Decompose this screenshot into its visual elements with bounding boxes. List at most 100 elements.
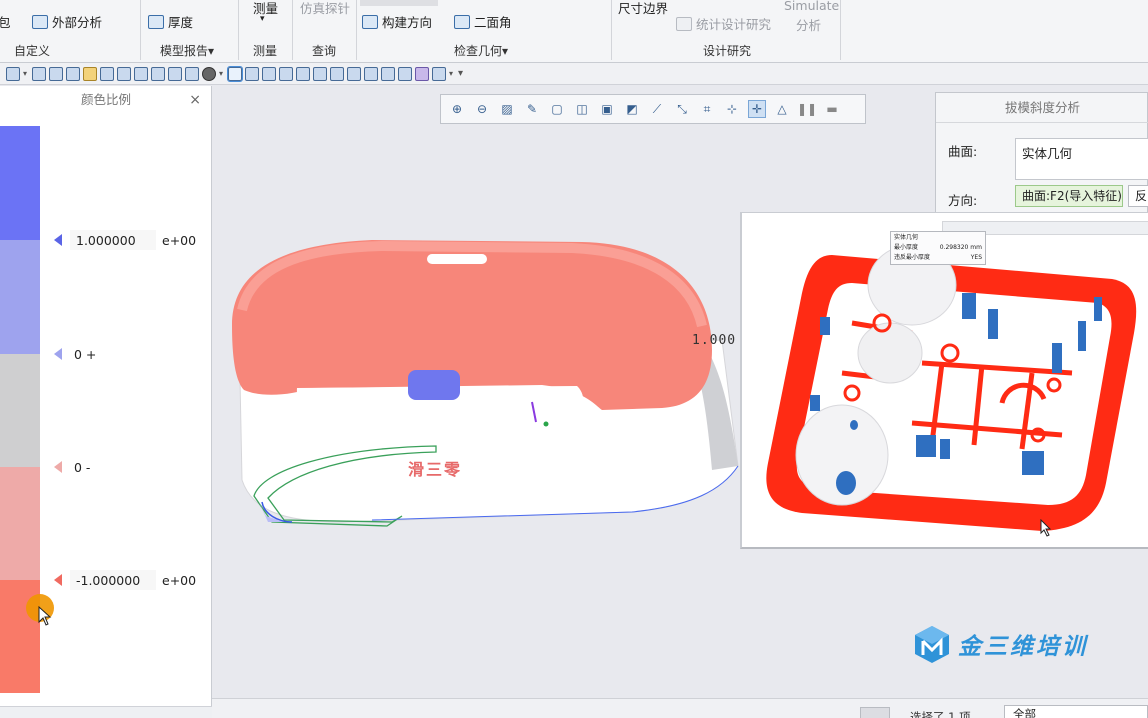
annotation-display-icon[interactable]: △ — [774, 101, 790, 117]
chart-icon — [676, 16, 692, 31]
simulate-probe-button[interactable]: 仿真探针 — [300, 0, 350, 17]
measure-button[interactable]: 测量 — [253, 0, 278, 17]
selection-filter-icon[interactable] — [860, 707, 890, 718]
scale-marker-handle[interactable] — [54, 574, 62, 586]
dialog-title: 拔模斜度分析 — [936, 93, 1148, 123]
dihedral-icon — [454, 14, 470, 29]
display-style-icon[interactable]: ▣ — [599, 101, 615, 117]
dihedral-button[interactable]: 二面角 — [454, 12, 512, 31]
toolbar-overflow-icon[interactable]: ▾ — [458, 68, 463, 79]
design-study-group-label: 设计研究 — [703, 44, 752, 58]
saved-views-icon[interactable]: ▢ — [549, 101, 565, 117]
query-group-label: 查询 — [312, 44, 337, 58]
inspect-geometry-group-label[interactable]: 检查几何▾ — [454, 42, 508, 59]
undo-icon[interactable] — [6, 66, 20, 81]
pause-icon[interactable]: ❚❚ — [797, 101, 817, 117]
measure-tool-icon[interactable] — [296, 66, 311, 81]
simulate-analysis-button[interactable]: Simulate — [784, 0, 839, 13]
cube-icon[interactable] — [168, 66, 183, 81]
scale-marker-handle[interactable] — [54, 348, 62, 360]
appearance-icon[interactable] — [415, 66, 430, 81]
group-separator — [611, 0, 612, 60]
direction-collector[interactable]: 曲面:F2(导入特征) — [1015, 185, 1123, 207]
external-analysis-button[interactable]: 外部分析 — [32, 12, 102, 31]
measure-dropdown[interactable]: ▾ — [260, 14, 265, 24]
color-band — [0, 126, 40, 240]
model-engraved-text: 滑三零 — [408, 460, 463, 479]
part-icon[interactable] — [100, 66, 115, 81]
scale-zero-minus: 0 - — [74, 460, 91, 475]
view-icon[interactable] — [117, 66, 132, 81]
zoom-out-icon[interactable]: ⊖ — [474, 101, 490, 117]
color-band — [0, 354, 40, 467]
model-report-group-label[interactable]: 模型报告▾ — [160, 42, 214, 59]
plane-icon[interactable] — [151, 66, 166, 81]
playback-icon[interactable]: ▬ — [824, 101, 840, 117]
scale-marker-handle[interactable] — [54, 461, 62, 473]
section-icon[interactable] — [347, 66, 362, 81]
panel-title: 颜色比例 — [80, 92, 131, 107]
regenerate-icon[interactable] — [32, 66, 47, 81]
plane-display-icon[interactable]: ⟋ — [649, 101, 665, 117]
datum-icon[interactable] — [330, 66, 345, 81]
watermark-logo: 金三维培训 — [912, 624, 1088, 664]
chevron-down-icon: ▾ — [502, 44, 509, 58]
zoom-in-icon[interactable]: ⊕ — [449, 101, 465, 117]
panel-footer — [0, 706, 212, 718]
thickness-button[interactable]: 厚度 — [148, 12, 193, 31]
group-separator — [840, 0, 841, 60]
customize-group-label: 自定义 — [14, 44, 51, 58]
mouse-pointer-icon — [1040, 519, 1052, 537]
sphere-icon[interactable] — [202, 66, 217, 81]
graphics-quick-toolbar: ▾ ▾ ▾ ▾ — [0, 63, 1148, 85]
mouse-pointer-icon — [38, 606, 52, 626]
display-icon[interactable] — [381, 66, 396, 81]
point-display-icon[interactable]: ⌗ — [699, 101, 715, 117]
curve-icon[interactable] — [313, 66, 328, 81]
ribbon-fragment[interactable]: 包 — [0, 12, 11, 31]
csys-display-icon[interactable]: ⊹ — [724, 101, 740, 117]
chevron-down-icon[interactable]: ▾ — [23, 69, 27, 78]
repaint-icon[interactable] — [49, 66, 64, 81]
pressed-button-edge — [360, 0, 438, 6]
no-hidden-icon[interactable] — [279, 66, 294, 81]
scale-min-exponent: e+00 — [162, 573, 197, 588]
draft-analysis-dialog: 拔模斜度分析 曲面: 实体几何 方向: 曲面:F2(导入特征) 反 — [935, 92, 1148, 214]
view-icon[interactable] — [134, 66, 149, 81]
scale-marker-handle[interactable] — [54, 234, 62, 246]
annotation-icon[interactable] — [364, 66, 379, 81]
ribbon: 包 外部分析 自定义 厚度 模型报告▾ 测量 ▾ 测量 仿真探针 查询 构建方向… — [0, 0, 1148, 63]
perspective-icon[interactable]: ◩ — [624, 101, 640, 117]
info-row: 最小厚度 0.298320 mm — [894, 244, 982, 251]
cube-logo-icon — [915, 626, 949, 663]
repaint-icon[interactable]: ✎ — [524, 101, 540, 117]
surface-collector[interactable]: 实体几何 — [1015, 138, 1148, 180]
named-view-icon[interactable]: ◫ — [574, 101, 590, 117]
hidden-line-icon[interactable] — [262, 66, 277, 81]
draft-analysis-model[interactable] — [222, 230, 742, 530]
creo-window: 包 外部分析 自定义 厚度 模型报告▾ 测量 ▾ 测量 仿真探针 查询 构建方向… — [0, 0, 1148, 718]
reverse-button[interactable]: 反 — [1128, 185, 1148, 207]
refit-icon[interactable]: ▨ — [499, 101, 515, 117]
selection-filter-dropdown[interactable]: 全部 — [1004, 705, 1148, 718]
scale-min-value: -1.000000 — [76, 573, 141, 588]
open-folder-icon[interactable] — [83, 66, 98, 81]
chevron-down-icon[interactable]: ▾ — [219, 69, 223, 78]
cube-icon[interactable] — [185, 66, 200, 81]
direction-label: 方向: — [948, 193, 978, 208]
chevron-down-icon: ▾ — [260, 14, 265, 24]
size-boundary-button[interactable]: 尺寸边界 — [618, 0, 668, 17]
close-icon[interactable]: × — [189, 92, 201, 108]
stat-design-study-button[interactable]: 统计设计研究 — [676, 14, 771, 33]
spin-center-icon[interactable] — [398, 66, 413, 81]
layers-icon[interactable] — [432, 66, 447, 81]
shaded-icon[interactable] — [227, 65, 244, 82]
external-analysis-icon — [32, 14, 48, 29]
scale-max-value: 1.000000 — [76, 233, 136, 248]
spin-center-icon[interactable]: ✛ — [748, 100, 766, 118]
wireframe-icon[interactable] — [245, 66, 260, 81]
chevron-down-icon[interactable]: ▾ — [449, 69, 453, 78]
build-direction-button[interactable]: 构建方向 — [362, 12, 432, 31]
refit-icon[interactable] — [66, 66, 81, 81]
axis-display-icon[interactable]: ⤡ — [674, 101, 690, 117]
